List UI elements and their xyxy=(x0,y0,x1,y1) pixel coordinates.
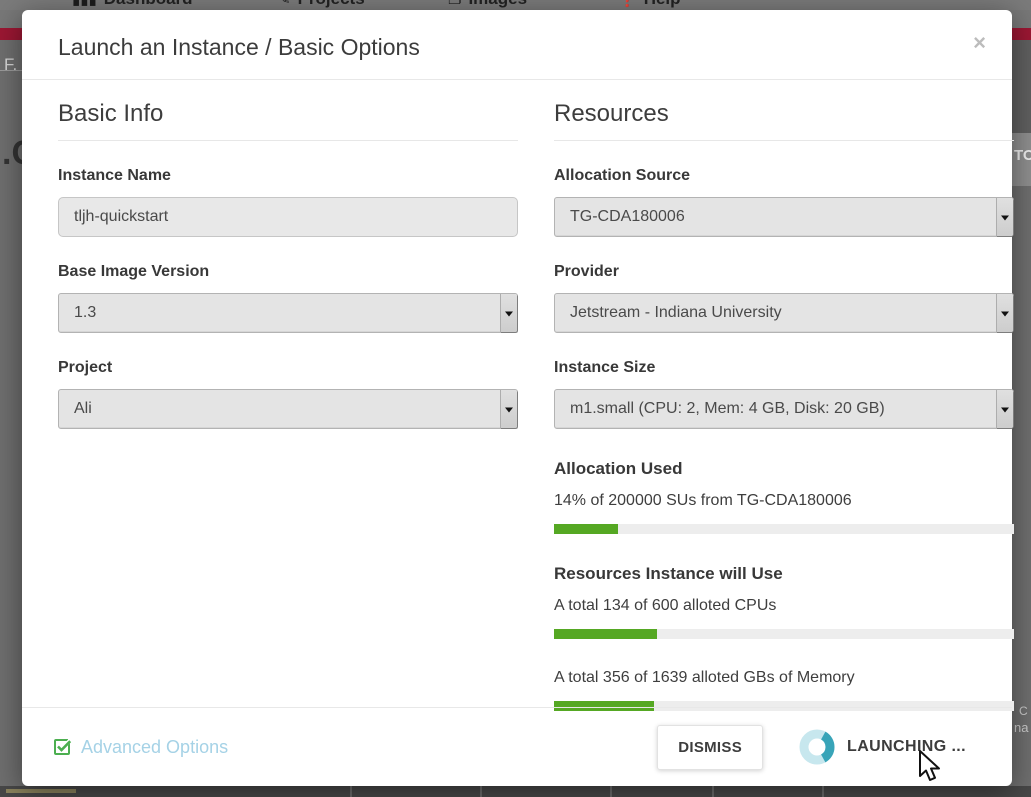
checkbox-checked-icon xyxy=(52,737,72,757)
select-value: Ali xyxy=(74,390,92,428)
table-divider xyxy=(480,786,482,797)
progress-fill xyxy=(554,629,657,639)
background-text-fragment: F. xyxy=(4,55,17,75)
table-divider xyxy=(822,786,824,797)
background-tiny-text xyxy=(6,789,76,793)
chevron-down-icon xyxy=(500,390,517,428)
cpu-usage-text: A total 134 of 600 alloted CPUs xyxy=(554,597,1014,615)
background-text-fragment: C xyxy=(1019,704,1028,718)
nav-item-help[interactable]: ❓ Help xyxy=(618,0,681,9)
provider-label: Provider xyxy=(554,263,1014,281)
background-divider-fragment xyxy=(0,70,22,71)
memory-usage-text: A total 356 of 1639 alloted GBs of Memor… xyxy=(554,669,1014,687)
table-divider xyxy=(610,786,612,797)
nav-label: Projects xyxy=(298,0,365,9)
advanced-options-link[interactable]: Advanced Options xyxy=(52,737,228,758)
background-button-fragment: TO xyxy=(1014,147,1031,164)
select-value: Jetstream - Indiana University xyxy=(570,294,782,332)
instance-name-input[interactable] xyxy=(58,197,518,237)
base-image-version-select[interactable]: 1.3 xyxy=(58,293,518,333)
launching-label: LAUNCHING ... xyxy=(847,738,966,756)
background-right-block xyxy=(1012,40,1031,133)
nav-item-images[interactable]: ❐ Images xyxy=(448,0,527,9)
pencil-icon: ✎ xyxy=(278,0,291,8)
allocation-used-progressbar xyxy=(554,524,1014,534)
modal-title: Launch an Instance / Basic Options xyxy=(58,34,420,61)
section-heading-resources: Resources xyxy=(554,100,1014,141)
advanced-options-label: Advanced Options xyxy=(81,737,228,758)
launch-instance-modal: Launch an Instance / Basic Options × Bas… xyxy=(22,10,1012,786)
allocation-source-select[interactable]: TG-CDA180006 xyxy=(554,197,1014,237)
dismiss-button[interactable]: DISMISS xyxy=(657,725,763,770)
chevron-down-icon xyxy=(996,390,1013,428)
table-divider xyxy=(712,786,714,797)
select-value: 1.3 xyxy=(74,294,96,332)
section-heading-basic-info: Basic Info xyxy=(58,100,518,141)
screen: ▮▮▮ Dashboard ✎ Projects ❐ Images ❓ Help… xyxy=(0,0,1031,797)
cpu-usage-progressbar xyxy=(554,629,1014,639)
mouse-cursor-icon xyxy=(918,750,944,789)
images-icon: ❐ xyxy=(448,0,461,8)
allocation-used-heading: Allocation Used xyxy=(554,459,1014,479)
nav-label: Images xyxy=(468,0,527,9)
close-icon[interactable]: × xyxy=(973,32,986,54)
allocation-used-text: 14% of 200000 SUs from TG-CDA180006 xyxy=(554,492,1014,510)
instance-name-label: Instance Name xyxy=(58,167,518,185)
help-icon: ❓ xyxy=(618,0,637,8)
base-image-version-label: Base Image Version xyxy=(58,263,518,281)
chevron-down-icon xyxy=(500,294,517,332)
instance-size-select[interactable]: m1.small (CPU: 2, Mem: 4 GB, Disk: 20 GB… xyxy=(554,389,1014,429)
background-text-fragment: na xyxy=(1014,720,1028,735)
resources-section: Resources Allocation Source TG-CDA180006… xyxy=(554,80,1014,711)
background-table-fragment xyxy=(0,786,1031,797)
select-value: m1.small (CPU: 2, Mem: 4 GB, Disk: 20 GB… xyxy=(570,390,885,428)
spinner-icon xyxy=(798,728,836,766)
modal-header: Launch an Instance / Basic Options × xyxy=(22,10,1012,80)
project-label: Project xyxy=(58,359,518,377)
basic-info-section: Basic Info Instance Name Base Image Vers… xyxy=(58,80,518,429)
nav-label: Dashboard xyxy=(104,0,193,9)
instance-resources-heading: Resources Instance will Use xyxy=(554,564,1014,584)
allocation-source-label: Allocation Source xyxy=(554,167,1014,185)
chevron-down-icon xyxy=(996,198,1013,236)
chevron-down-icon xyxy=(996,294,1013,332)
nav-item-dashboard[interactable]: ▮▮▮ Dashboard xyxy=(72,0,193,9)
project-select[interactable]: Ali xyxy=(58,389,518,429)
background-navbar: ▮▮▮ Dashboard ✎ Projects ❐ Images ❓ Help xyxy=(0,0,1031,10)
nav-label: Help xyxy=(644,0,681,9)
bar-chart-icon: ▮▮▮ xyxy=(72,0,97,8)
select-value: TG-CDA180006 xyxy=(570,198,685,236)
instance-size-label: Instance Size xyxy=(554,359,1014,377)
provider-select[interactable]: Jetstream - Indiana University xyxy=(554,293,1014,333)
table-divider xyxy=(350,786,352,797)
modal-footer: Advanced Options DISMISS LAUNCHING ... xyxy=(22,707,1012,786)
nav-item-projects[interactable]: ✎ Projects xyxy=(278,0,365,9)
progress-fill xyxy=(554,524,618,534)
